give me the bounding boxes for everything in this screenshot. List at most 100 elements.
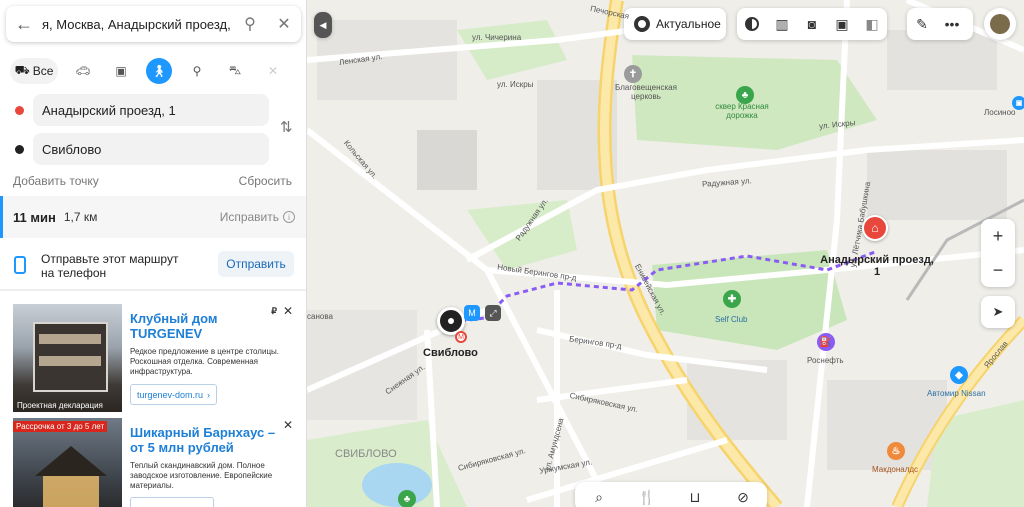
circle-half-icon [745, 17, 759, 31]
ad-currency-label: ₽ [271, 306, 277, 316]
close-icon[interactable]: ✕ [267, 14, 301, 34]
destination-label: Анадырский проезд, 1 [820, 254, 934, 278]
gas-station-poi[interactable]: ⛽ [817, 333, 835, 351]
basket-icon: ⊔ [689, 488, 701, 505]
ruler-button[interactable]: ✎ [907, 8, 937, 40]
camera-icon: ◙ [807, 16, 817, 32]
send-button[interactable]: Отправить [218, 251, 294, 277]
taxi-icon: ⛍ [228, 63, 242, 77]
street-label: санова [307, 312, 333, 321]
station-poi[interactable]: ▣ [1012, 96, 1024, 110]
map-book-icon: ▥ [775, 15, 789, 32]
transport-layer-button[interactable]: ▣ [827, 8, 857, 40]
poi-label-selfclub: Self Club [715, 315, 748, 324]
arrow-left-icon[interactable]: ← [6, 14, 42, 35]
route-to-input[interactable]: Свиблово [33, 133, 269, 165]
locate-button[interactable]: ➤ [981, 296, 1015, 328]
add-point-link[interactable]: Добавить точку [13, 174, 99, 188]
actual-label: Актуальное [656, 17, 721, 31]
search-nearby-button[interactable]: ⌕ [584, 489, 614, 506]
train-icon: ▣ [1015, 100, 1023, 107]
reset-link[interactable]: Сбросить [239, 174, 292, 188]
pedestrian-icon: 🚶︎ [151, 64, 167, 78]
metro-poi[interactable]: M [464, 305, 480, 321]
poi-label-church: Благовещенская церковь [615, 83, 677, 101]
metro-entrance-icon: M [455, 331, 467, 343]
fitness-poi[interactable]: ✚ [723, 290, 741, 308]
swap-points-icon[interactable]: ⇅ [280, 118, 293, 136]
food-button[interactable]: 🍴 [632, 489, 662, 506]
send-to-phone-block: Отправьте этот маршрут на телефон Отправ… [0, 246, 306, 286]
chevron-right-icon: › [207, 389, 211, 400]
bus-icon: ▣ [115, 64, 127, 78]
navigation-arrow-icon: ➤ [992, 304, 1004, 319]
route-from-input[interactable]: Анадырский проезд, 1 [33, 94, 269, 126]
arrows-diagonal-icon: ⤢ [489, 307, 497, 318]
search-input[interactable]: я, Москва, Анадырский проезд, 1 [42, 17, 233, 32]
church-poi[interactable]: ✝ [624, 65, 642, 83]
ad-title[interactable]: Клубный дом TURGENEV [130, 311, 280, 341]
ad-link[interactable]: turgenev-dom.ru › [130, 384, 218, 405]
mode-all-button[interactable]: ⛟ Все [10, 58, 58, 84]
app-root: ◀ Актуальное ▥ ◙ ▣ ◧ ✎ ••• + − ➤ Печорск… [0, 0, 1024, 507]
poi-label-rosneft: Роснефть [807, 356, 844, 365]
user-avatar-button[interactable] [984, 8, 1016, 40]
mode-pedestrian-button[interactable]: 🚶︎ [146, 58, 172, 84]
zoom-in-button[interactable]: + [993, 219, 1004, 253]
mode-scooter-button[interactable]: ✕ [260, 58, 286, 84]
mode-bicycle-button[interactable]: ⚲ [184, 58, 210, 84]
ad-badge: Рассрочка от 3 до 5 лет [13, 421, 108, 432]
pharmacy-button[interactable]: ⊘ [728, 489, 758, 506]
ad-link[interactable] [130, 497, 214, 507]
more-dots-icon: ••• [944, 16, 960, 32]
house-icon: ⌂ [871, 221, 879, 235]
map-canvas[interactable]: ◀ Актуальное ▥ ◙ ▣ ◧ ✎ ••• + − ➤ Печорск… [307, 0, 1024, 507]
route-panel: ← я, Москва, Анадырский проезд, 1 ⚲ ✕ ⛟ … [0, 0, 307, 507]
avatar [990, 14, 1010, 34]
fork-knife-icon: 🍴 [638, 488, 656, 505]
scheme-layer-button[interactable]: ▥ [767, 8, 797, 40]
collapse-panel-button[interactable]: ◀ [314, 12, 332, 38]
car-dealer-poi[interactable]: ◆ [950, 366, 968, 384]
fix-route-link[interactable]: Исправить [220, 210, 279, 224]
traffic-layer-button[interactable] [737, 8, 767, 40]
mode-all-label: Все [32, 64, 54, 78]
pill-icon: ⊘ [737, 488, 749, 505]
mode-bus-button[interactable]: ▣ [108, 58, 134, 84]
fork-icon: ♨ [891, 445, 901, 457]
search-box[interactable]: ← я, Москва, Анадырский проезд, 1 ⚲ ✕ [6, 6, 301, 42]
park-poi[interactable]: ♣ [398, 490, 416, 507]
transfer-poi[interactable]: ⤢ [485, 305, 501, 321]
mode-car-button[interactable]: 🚗︎ [70, 58, 96, 84]
route-summary[interactable]: 11 мин 1,7 км Исправить i [0, 196, 306, 238]
station-label: Лосиноо [984, 108, 1016, 117]
actual-button[interactable]: Актуальное [624, 8, 726, 40]
minus-icon: − [992, 259, 1004, 280]
more-button[interactable]: ••• [937, 8, 967, 40]
route-time: 11 мин [13, 209, 56, 225]
divider [0, 289, 306, 291]
pin-dot-icon [448, 318, 454, 324]
ad-card[interactable]: Проектная декларация Клубный дом TURGENE… [13, 304, 299, 414]
ad-caption: Проектная декларация [17, 401, 103, 410]
panorama-layer-button[interactable]: ◙ [797, 8, 827, 40]
restaurant-poi[interactable]: ♨ [887, 442, 905, 460]
destination-marker[interactable]: ⌂ [862, 215, 888, 241]
zoom-control: + − [981, 219, 1015, 287]
zoom-out-button[interactable]: − [993, 253, 1004, 287]
ad-title[interactable]: Шикарный Барнхаус – от 5 млн рублей [130, 425, 280, 455]
shop-button[interactable]: ⊔ [680, 489, 710, 506]
ad-description: Теплый скандинавский дом. Полное заводск… [130, 461, 273, 490]
layers-button[interactable]: ◧ [857, 8, 887, 40]
mode-taxi-button[interactable]: ⛍ [222, 58, 248, 84]
ad-close-icon[interactable]: ✕ [283, 418, 293, 432]
info-icon[interactable]: i [283, 211, 295, 223]
metro-icon: M [468, 308, 476, 318]
magnifier-icon[interactable]: ⚲ [233, 14, 267, 34]
ad-close-icon[interactable]: ✕ [283, 304, 293, 318]
park-poi[interactable]: ♣ [736, 86, 754, 104]
tree-icon: ♣ [403, 493, 411, 505]
send-to-phone-text: Отправьте этот маршрут на телефон [41, 252, 179, 280]
ad-card[interactable]: Рассрочка от 3 до 5 лет Шикарный Барнхау… [13, 418, 299, 507]
car-bus-icon: ⛟ [14, 63, 30, 77]
